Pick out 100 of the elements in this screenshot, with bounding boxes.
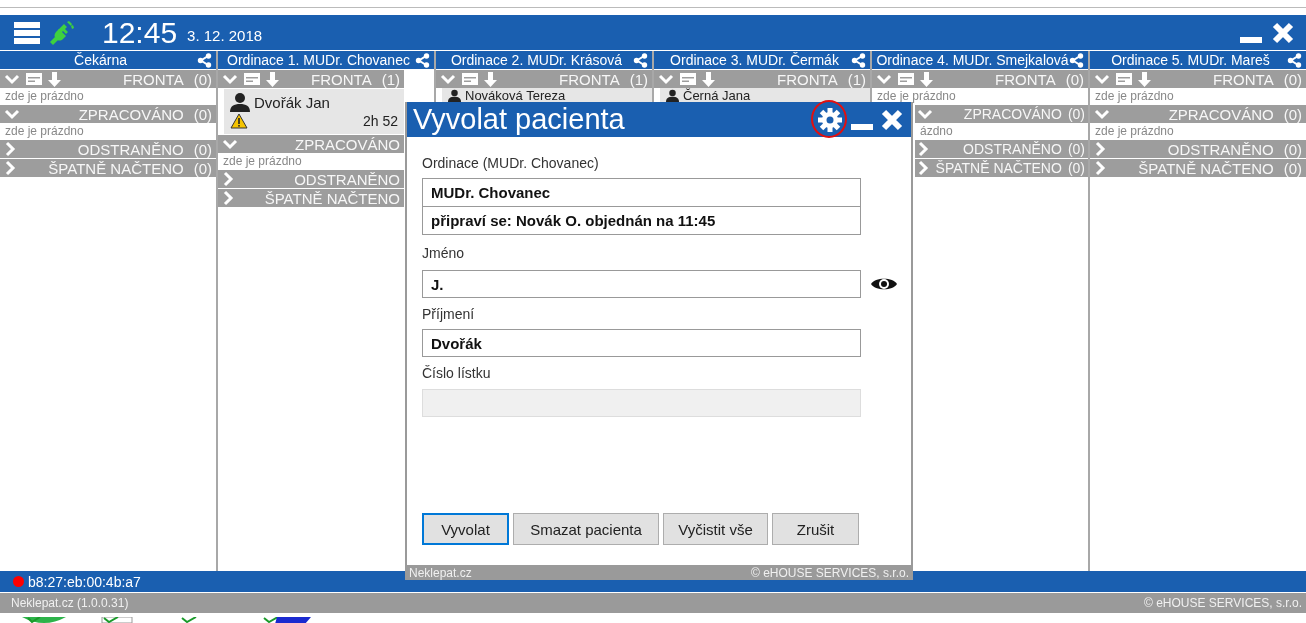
section-label: ŠPATNĚ NAČTENO [48, 159, 184, 177]
share-icon[interactable] [851, 52, 866, 68]
eye-icon[interactable] [870, 276, 898, 292]
dialog-button[interactable]: Vyvolat [422, 513, 509, 545]
dialog-button[interactable]: Smazat pacienta [513, 513, 659, 545]
down-arrow-icon[interactable] [266, 71, 279, 87]
app-version: Neklepat.cz (1.0.0.31) [11, 596, 129, 610]
chevron-down-icon[interactable] [4, 73, 20, 85]
section-header[interactable]: FRONTA (0) [872, 70, 1088, 88]
section-header[interactable]: ODSTRANĚNO (0) [1090, 140, 1306, 158]
section-header[interactable]: ZPRACOVÁNO [218, 135, 404, 153]
section-label: FRONTA [995, 70, 1056, 88]
section-header[interactable]: ZPRACOVÁNO (0) [0, 105, 216, 123]
copyright-text: © eHOUSE SERVICES, s.r.o. [1144, 596, 1302, 610]
chevron-down-icon[interactable] [658, 73, 674, 85]
down-arrow-icon[interactable] [1138, 71, 1151, 87]
section-label: ZPRACOVÁNO [1168, 105, 1274, 123]
patient-card[interactable]: Černá Jana [660, 88, 870, 102]
down-arrow-icon[interactable] [702, 71, 715, 87]
down-arrow-icon[interactable] [920, 71, 933, 87]
share-icon[interactable] [1287, 52, 1302, 68]
section-header[interactable]: ODSTRANĚNO (0) [915, 140, 1088, 158]
patient-card[interactable]: Dvořák Jan 2h 52 [224, 89, 404, 134]
column-title: Ordinace 3. MUDr. Čermák [669, 52, 840, 68]
section-count: (0) [1067, 160, 1085, 176]
section-header[interactable]: FRONTA (1) [436, 70, 652, 88]
section-label: ZPRACOVÁNO [78, 105, 184, 123]
section-header[interactable]: ŠPATNĚ NAČTENO (0) [1090, 159, 1306, 177]
input-field[interactable]: J. [422, 270, 861, 298]
field-label: Příjmení [422, 305, 476, 324]
person-icon [448, 88, 461, 102]
chevron-down-icon[interactable] [1094, 108, 1110, 120]
office-info-line: připraví se: Novák O. objednán na 11:45 [423, 206, 860, 234]
column-title: Ordinace 4. MUDr. Smejkalová [876, 52, 1069, 68]
section-header[interactable]: FRONTA (1) [218, 70, 404, 88]
section-header[interactable]: ŠPATNĚ NAČTENO (0) [0, 159, 216, 177]
section-header[interactable]: ŠPATNĚ NAČTENO (0) [915, 159, 1088, 177]
chevron-down-icon[interactable] [876, 73, 892, 85]
section-header[interactable]: ZPRACOVÁNO (0) [915, 105, 1088, 123]
chevron-down-icon[interactable] [440, 73, 456, 85]
card-icon[interactable] [244, 73, 260, 85]
chevron-right-icon[interactable] [222, 171, 234, 187]
close-icon[interactable] [1272, 21, 1294, 44]
section-header[interactable]: ODSTRANĚNO (0) [0, 140, 216, 158]
section-label: ŠPATNĚ NAČTENO [1138, 159, 1274, 177]
field-label: Číslo lístku [422, 364, 492, 383]
share-icon[interactable] [633, 52, 648, 68]
card-icon[interactable] [898, 73, 914, 85]
menu-icon[interactable] [14, 20, 40, 45]
chevron-down-icon[interactable] [4, 108, 20, 120]
share-icon[interactable] [415, 52, 430, 68]
chevron-down-icon[interactable] [222, 138, 238, 150]
section-count: (0) [193, 140, 212, 158]
patient-card[interactable]: Nováková Tereza [442, 88, 652, 102]
section-header[interactable]: FRONTA (1) [654, 70, 870, 88]
date-text: 3. 12. 2018 [187, 27, 263, 44]
chevron-right-icon[interactable] [1094, 141, 1106, 157]
section-count: (1) [629, 70, 648, 88]
footer-brand: Neklepat.cz [409, 565, 472, 580]
section-header[interactable]: ZPRACOVÁNO (0) [1090, 105, 1306, 123]
clock-time: 12:45 [102, 17, 178, 48]
card-icon[interactable] [1116, 73, 1132, 85]
down-arrow-icon[interactable] [48, 71, 61, 87]
device-address: b8:27:eb:00:4b:a7 [28, 573, 141, 590]
chevron-down-icon[interactable] [917, 108, 933, 120]
card-icon[interactable] [680, 73, 696, 85]
column-title: Ordinace 1. MUDr. Chovanec [226, 52, 411, 68]
section-count: (0) [193, 105, 212, 123]
share-icon[interactable] [1069, 52, 1084, 68]
chevron-right-icon[interactable] [917, 141, 929, 157]
chevron-right-icon[interactable] [4, 141, 16, 157]
section-header[interactable]: ODSTRANĚNO [218, 170, 404, 188]
office-info-line: MUDr. Chovanec [430, 183, 552, 203]
chevron-right-icon[interactable] [917, 160, 929, 176]
section-label: FRONTA [311, 70, 372, 88]
chevron-right-icon[interactable] [222, 190, 234, 206]
column-title: Ordinace 5. MUDr. Mareš [1110, 52, 1271, 68]
close-icon[interactable] [881, 108, 903, 131]
chevron-right-icon[interactable] [1094, 160, 1106, 176]
section-count: (0) [1067, 106, 1085, 122]
patient-name: Nováková Tereza [465, 87, 566, 103]
input-field[interactable]: Dvořák [422, 329, 861, 357]
section-label: FRONTA [1213, 70, 1274, 88]
empty-note: zde je prázdno [1094, 88, 1175, 104]
section-label: FRONTA [123, 70, 184, 88]
card-icon[interactable] [26, 73, 42, 85]
field-label: Jméno [422, 244, 466, 263]
dialog-button[interactable]: Vyčistit vše [663, 513, 768, 545]
card-icon[interactable] [462, 73, 478, 85]
chevron-right-icon[interactable] [4, 160, 16, 176]
chevron-down-icon[interactable] [1094, 73, 1110, 85]
section-header[interactable]: FRONTA (0) [1090, 70, 1306, 88]
section-label: ODSTRANĚNO [1167, 140, 1274, 158]
share-icon[interactable] [197, 52, 212, 68]
section-header[interactable]: ŠPATNĚ NAČTENO [218, 189, 404, 207]
settings-icon[interactable] [817, 106, 843, 133]
section-header[interactable]: FRONTA (0) [0, 70, 216, 88]
chevron-down-icon[interactable] [222, 73, 238, 85]
down-arrow-icon[interactable] [484, 71, 497, 87]
dialog-button[interactable]: Zrušit [772, 513, 859, 545]
